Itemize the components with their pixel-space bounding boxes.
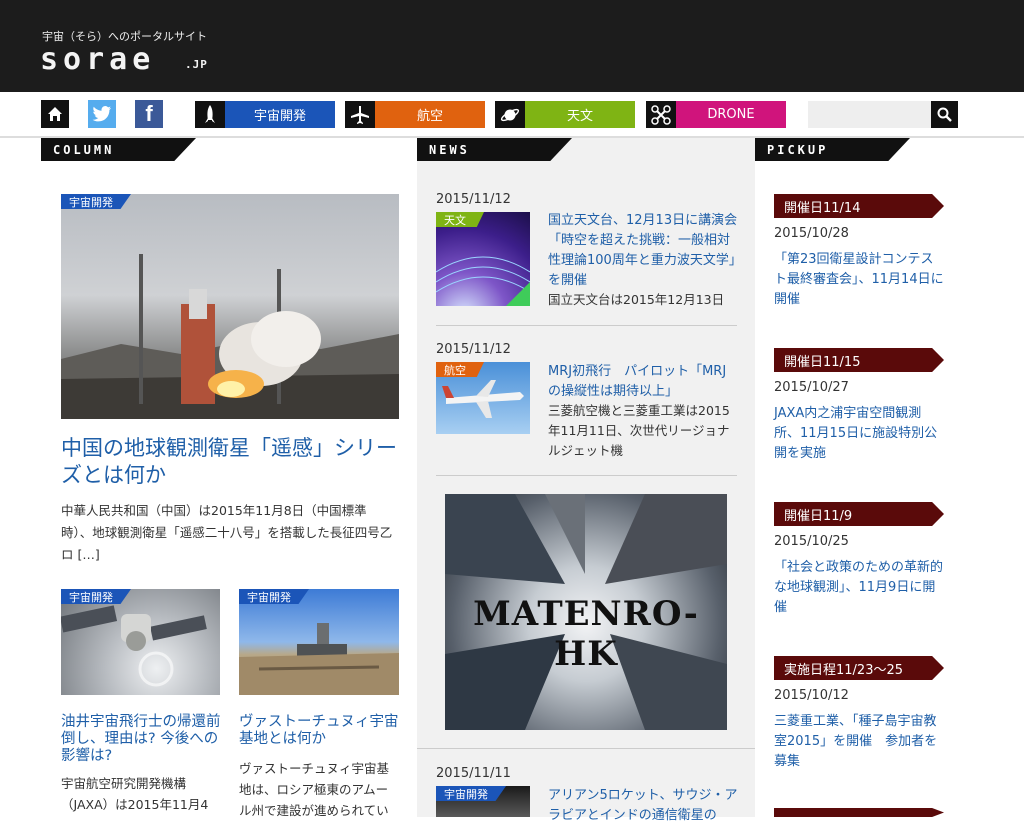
pickup-event-tag: 実施日程11/23〜25 — [774, 656, 944, 680]
rocket-icon — [195, 101, 225, 128]
nav-category-astronomy[interactable]: 天文 — [495, 101, 635, 128]
nav-category-space[interactable]: 宇宙開発 — [195, 101, 335, 128]
section-header-news: NEWS — [417, 138, 572, 161]
pickup-date: 2015/10/12 — [774, 688, 849, 703]
category-badge: 天文 — [436, 212, 484, 227]
pickup-title[interactable]: 「社会と政策のための革新的な地球観測」、11月9日に開催 — [774, 558, 944, 618]
news-date: 2015/11/11 — [436, 766, 511, 781]
cosmodrome-image — [239, 623, 399, 695]
column-sub-excerpt: ヴァストーチュヌィ宇宙基地は、ロシア極東のアムール州で建設が進められてい — [239, 761, 390, 818]
site-header: 宇宙（そら）へのポータルサイト sorae .JP — [0, 0, 1024, 92]
pickup-event-tag: 開催日11/9 — [774, 502, 944, 526]
pickup-date: 2015/10/27 — [774, 380, 849, 395]
nav-category-aviation[interactable]: 航空 — [345, 101, 485, 128]
category-badge: 宇宙開発 — [239, 589, 309, 604]
column-main-image[interactable]: 宇宙開発 — [61, 194, 399, 419]
nav-category-label: 宇宙開発 — [225, 101, 335, 128]
news-desc: 三菱航空機と三菱重工業は2015年11月11日、次世代リージョナルジェット機 — [548, 403, 730, 458]
news-divider — [436, 475, 737, 476]
pickup-event-tag — [774, 808, 944, 817]
search-icon — [937, 107, 952, 122]
planet-icon — [495, 101, 525, 128]
rocket-launch-image — [61, 254, 399, 419]
news-thumb[interactable]: 天文 — [436, 212, 530, 306]
column-main-excerpt: 中華人民共和国（中国）は2015年11月8日（中国標準時）、地球観測衛星「遥感二… — [61, 503, 393, 562]
facebook-icon[interactable]: f — [135, 100, 163, 128]
news-thumb[interactable]: 宇宙開発 — [436, 786, 530, 817]
category-badge: 宇宙開発 — [61, 194, 131, 209]
nav-bar: f 宇宙開発 航空 天文 DRONE — [0, 92, 1024, 138]
news-desc: 国立天文台は2015年12月13日 — [548, 292, 725, 307]
search-button[interactable] — [931, 101, 958, 128]
news-title[interactable]: 国立天文台、12月13日に講演会「時空を超えた挑戦：一般相対性理論100周年と重… — [548, 211, 738, 291]
news-divider — [417, 748, 755, 749]
pickup-title[interactable]: 「第23回衛星設計コンテスト最終審査会」、11月14日に開催 — [774, 250, 944, 310]
airplane-icon — [345, 101, 375, 128]
pickup-date: 2015/10/25 — [774, 534, 849, 549]
category-badge: 航空 — [436, 362, 484, 377]
nav-category-label: DRONE — [676, 101, 786, 128]
news-date: 2015/11/12 — [436, 342, 511, 357]
column-sub-image[interactable]: 宇宙開発 — [61, 589, 220, 695]
pickup-date: 2015/10/28 — [774, 226, 849, 241]
site-logo[interactable]: sorae — [40, 42, 155, 77]
news-thumb[interactable]: 航空 — [436, 362, 530, 434]
column-sub-title[interactable]: 油井宇宙飛行士の帰還前倒し、理由は? 今後への影響は? — [61, 714, 223, 765]
column-main-title[interactable]: 中国の地球観測衛星「遥感」シリーズとは何か — [61, 435, 401, 489]
category-badge: 宇宙開発 — [436, 786, 506, 801]
category-badge: 宇宙開発 — [61, 589, 131, 604]
drone-icon — [646, 101, 676, 128]
news-title[interactable]: MRJ初飛行 パイロット「MRJの操縦性は期待以上」 — [548, 362, 738, 402]
ad-text: MATENRO-HK — [473, 594, 699, 674]
news-divider — [436, 325, 737, 326]
column-sub-excerpt: 宇宙航空研究開発機構（JAXA）は2015年11月4 — [61, 776, 209, 812]
news-date: 2015/11/12 — [436, 192, 511, 207]
column-sub-image[interactable]: 宇宙開発 — [239, 589, 399, 695]
search-input[interactable] — [808, 101, 930, 128]
section-header-pickup: PICKUP — [755, 138, 910, 161]
column-sub-title[interactable]: ヴァストーチュヌィ宇宙基地とは何か — [239, 714, 401, 748]
section-header-column: COLUMN — [41, 138, 196, 161]
pickup-event-tag: 開催日11/14 — [774, 194, 944, 218]
twitter-icon[interactable] — [88, 100, 116, 128]
ad-banner[interactable]: MATENRO-HK — [445, 494, 727, 730]
pickup-title[interactable]: JAXA内之浦宇宙空間観測所、11月15日に施設特別公開を実施 — [774, 404, 944, 464]
pickup-title[interactable]: 三菱重工業、「種子島宇宙教室2015」を開催 参加者を募集 — [774, 712, 944, 772]
spacecraft-image — [61, 605, 207, 687]
pickup-event-tag: 開催日11/15 — [774, 348, 944, 372]
site-logo-suffix: .JP — [185, 58, 208, 71]
search-box — [808, 101, 958, 128]
news-title[interactable]: アリアン5ロケット、サウジ・アラビアとインドの通信衛星の — [548, 786, 738, 826]
home-icon[interactable] — [41, 100, 69, 128]
nav-category-label: 天文 — [525, 101, 635, 128]
nav-category-drone[interactable]: DRONE — [646, 101, 786, 128]
nav-category-label: 航空 — [375, 101, 485, 128]
